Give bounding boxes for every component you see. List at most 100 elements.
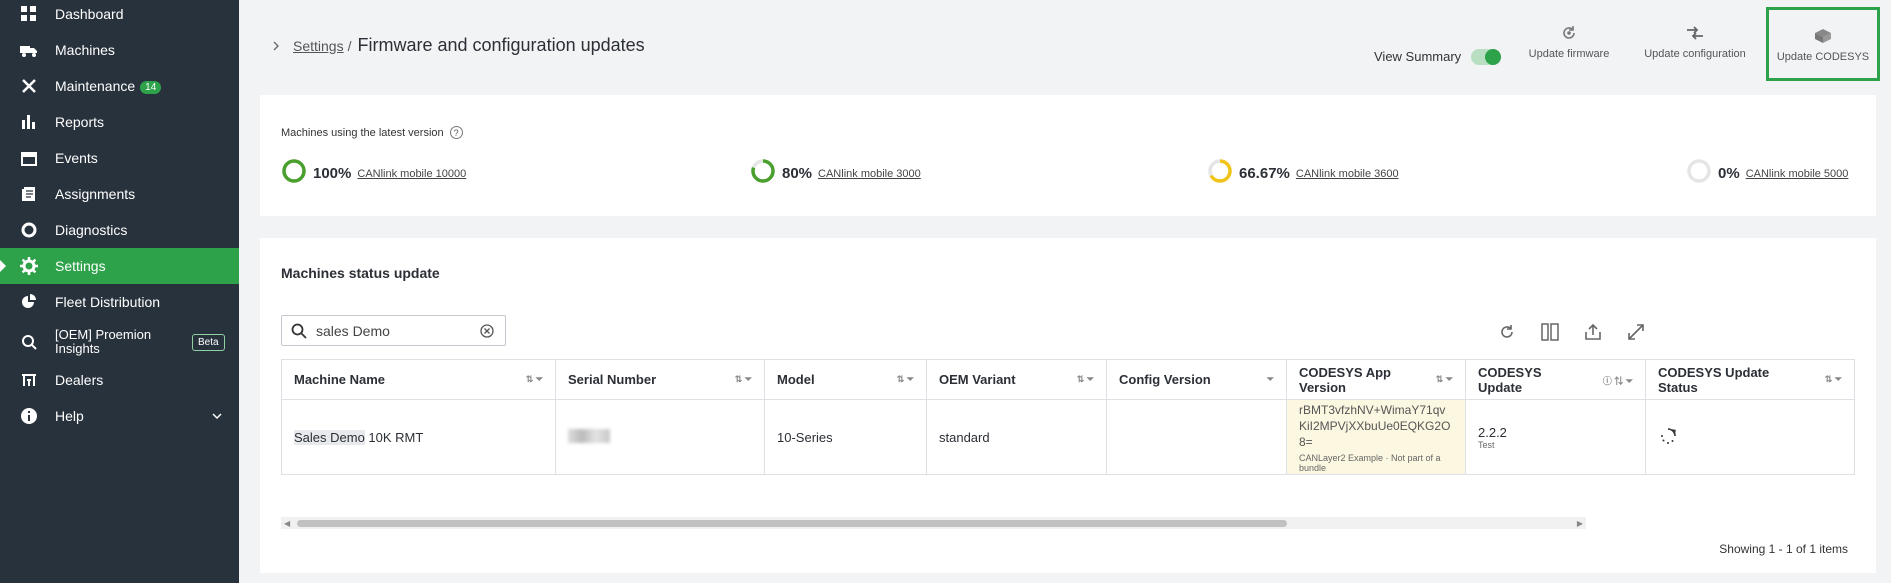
sidebar-item-machines[interactable]: Machines bbox=[0, 32, 239, 68]
help-icon[interactable]: ? bbox=[449, 126, 463, 139]
sidebar-item-assignments[interactable]: Assignments bbox=[0, 176, 239, 212]
sort-filter-icons[interactable]: ⇅ ⏷ bbox=[897, 374, 914, 385]
sort-filter-icons[interactable]: ⇅ ⏷ bbox=[735, 374, 752, 385]
ring-progress bbox=[282, 159, 306, 183]
update-codesys-button[interactable]: Update CODESYS bbox=[1766, 7, 1880, 81]
device-link[interactable]: CANlink mobile 3600 bbox=[1296, 168, 1399, 180]
cell-codesys-update: 2.2.2 Test bbox=[1465, 399, 1646, 475]
sidebar-item-reports[interactable]: Reports bbox=[0, 104, 239, 140]
bar-chart-icon bbox=[19, 112, 39, 132]
refresh-icon[interactable] bbox=[1498, 323, 1518, 343]
chevron-down-icon[interactable] bbox=[211, 409, 223, 425]
column-label: CODESYS Update bbox=[1478, 364, 1542, 395]
dashboard-icon bbox=[19, 4, 39, 24]
view-summary-toggle[interactable] bbox=[1471, 49, 1501, 65]
search-value: sales Demo bbox=[316, 323, 390, 339]
sidebar-item-label: Machines bbox=[55, 42, 115, 58]
progress-ring-icon bbox=[1207, 158, 1233, 189]
sidebar-item-settings[interactable]: Settings bbox=[0, 248, 239, 284]
sidebar-item-label: Settings bbox=[55, 258, 106, 274]
cell-serial-number bbox=[555, 399, 765, 475]
sort-filter-icons[interactable]: ⇅ ⏷ bbox=[1825, 374, 1842, 385]
latest-percentage: 80% bbox=[782, 165, 813, 182]
page-title: Firmware and configuration updates bbox=[357, 35, 645, 55]
maintenance-count-badge: 14 bbox=[140, 80, 162, 94]
clear-icon[interactable] bbox=[480, 324, 494, 343]
sort-filter-icons[interactable]: ⇅ ⏷ bbox=[1077, 374, 1094, 385]
latest-percentage: 100% bbox=[313, 165, 352, 182]
progress-ring-icon bbox=[1686, 158, 1712, 189]
progress-ring-icon bbox=[281, 158, 307, 189]
sidebar-item-fleet-distribution[interactable]: Fleet Distribution bbox=[0, 284, 239, 320]
search-icon bbox=[291, 323, 307, 344]
filter-icon[interactable]: ⏷ bbox=[1267, 374, 1274, 385]
export-icon[interactable] bbox=[1584, 323, 1604, 343]
update-configuration-button[interactable]: Update configuration bbox=[1631, 25, 1759, 69]
sidebar-item-diagnostics[interactable]: Diagnostics bbox=[0, 212, 239, 248]
horizontal-scrollbar[interactable]: ◀ ▶ bbox=[281, 517, 1586, 529]
column-header-codesys-update[interactable]: CODESYS Update ⓘ ⇅ ⏷ bbox=[1465, 359, 1646, 400]
dealers-icon bbox=[19, 370, 39, 390]
breadcrumb-separator: / bbox=[347, 37, 352, 54]
device-link[interactable]: CANlink mobile 3000 bbox=[818, 168, 921, 180]
sidebar-item-dealers[interactable]: Dealers bbox=[0, 362, 239, 398]
device-link[interactable]: CANlink mobile 5000 bbox=[1746, 168, 1849, 180]
search-input[interactable]: sales Demo bbox=[281, 315, 506, 346]
sort-filter-icons[interactable]: ⓘ ⇅ ⏷ bbox=[1603, 374, 1633, 387]
cell-model: 10-Series bbox=[764, 399, 927, 475]
columns-icon[interactable] bbox=[1541, 323, 1561, 343]
scroll-left-icon[interactable]: ◀ bbox=[284, 519, 290, 528]
cell-oem-variant: standard bbox=[926, 399, 1107, 475]
chevron-right-icon[interactable] bbox=[271, 40, 281, 52]
sidebar: Dashboard Machines Maintenance 14 Reports… bbox=[0, 0, 239, 583]
column-header-model[interactable]: Model ⇅ ⏷ bbox=[764, 359, 927, 400]
scroll-right-icon[interactable]: ▶ bbox=[1577, 519, 1583, 528]
sidebar-item-maintenance[interactable]: Maintenance 14 bbox=[0, 68, 239, 104]
cell-codesys-app-version: rBMT3vfzhNV+WimaY71qvKiI2MPVjXXbuUe0EQKG… bbox=[1286, 399, 1466, 475]
latest-version-card: Machines using the latest version ? 100%… bbox=[260, 95, 1876, 216]
sort-filter-icons[interactable]: ⇅ ⏷ bbox=[1436, 374, 1453, 385]
latest-version-title: Machines using the latest version ? bbox=[281, 126, 463, 139]
tools-icon bbox=[19, 76, 39, 96]
scrollbar-thumb[interactable] bbox=[297, 520, 1287, 527]
column-header-serial-number[interactable]: Serial Number ⇅ ⏷ bbox=[555, 359, 765, 400]
update-codesys-label: Update CODESYS bbox=[1776, 51, 1870, 63]
column-label: CODESYS App Version bbox=[1299, 364, 1391, 395]
loading-icon bbox=[1658, 427, 1678, 449]
toggle-knob bbox=[1485, 49, 1501, 65]
update-firmware-button[interactable]: Update firmware bbox=[1519, 25, 1619, 69]
fullscreen-icon[interactable] bbox=[1627, 323, 1647, 343]
sidebar-item-dashboard[interactable]: Dashboard bbox=[0, 0, 239, 32]
column-header-machine-name[interactable]: Machine Name ⇅ ⏷ bbox=[281, 359, 556, 400]
cell-config-version bbox=[1106, 399, 1287, 475]
section-title: Machines status update bbox=[281, 265, 440, 281]
cell-machine-name[interactable]: Sales Demo 10K RMT bbox=[281, 399, 556, 475]
firmware-refresh-icon bbox=[1519, 25, 1619, 41]
sidebar-item-help[interactable]: Help bbox=[0, 398, 239, 434]
ring-track bbox=[1687, 159, 1711, 183]
column-header-config-version[interactable]: Config Version ⏷ bbox=[1106, 359, 1287, 400]
latest-version-title-text: Machines using the latest version bbox=[281, 126, 444, 139]
column-label: Model bbox=[777, 372, 815, 387]
codesys-update-version: 2.2.2 bbox=[1478, 424, 1507, 440]
sidebar-item-label: Events bbox=[55, 150, 98, 166]
sidebar-item-events[interactable]: Events bbox=[0, 140, 239, 176]
column-header-codesys-app-version[interactable]: CODESYS App Version ⇅ ⏷ bbox=[1286, 359, 1466, 400]
latest-item: 0% CANlink mobile 5000 bbox=[1686, 158, 1848, 189]
configuration-icon bbox=[1631, 25, 1759, 41]
latest-percentage: 0% bbox=[1718, 165, 1740, 182]
sidebar-item-label: Dealers bbox=[55, 372, 104, 388]
table-row[interactable]: Sales Demo 10K RMT 10-Series standard rB… bbox=[281, 399, 1855, 475]
sidebar-item-proemion-insights[interactable]: [OEM] Proemion Insights Beta bbox=[0, 323, 239, 361]
device-link[interactable]: CANlink mobile 10000 bbox=[357, 168, 466, 180]
pagination-info: Showing 1 - 1 of 1 items bbox=[1719, 542, 1848, 556]
sort-filter-icons[interactable]: ⇅ ⏷ bbox=[526, 374, 543, 385]
column-header-oem-variant[interactable]: OEM Variant ⇅ ⏷ bbox=[926, 359, 1107, 400]
column-header-codesys-update-status[interactable]: CODESYS Update Status ⇅ ⏷ bbox=[1645, 359, 1855, 400]
codesys-app-version-sub: CANLayer2 Example · Not part of a bundle bbox=[1299, 452, 1441, 473]
breadcrumb-settings-link[interactable]: Settings bbox=[293, 38, 344, 54]
machines-table: Machine Name ⇅ ⏷ Serial Number ⇅ ⏷ Model ⇅ … bbox=[281, 359, 1855, 475]
pie-chart-icon bbox=[19, 292, 39, 312]
gear-icon bbox=[19, 256, 39, 276]
codesys-update-sub: Test bbox=[1478, 439, 1495, 450]
